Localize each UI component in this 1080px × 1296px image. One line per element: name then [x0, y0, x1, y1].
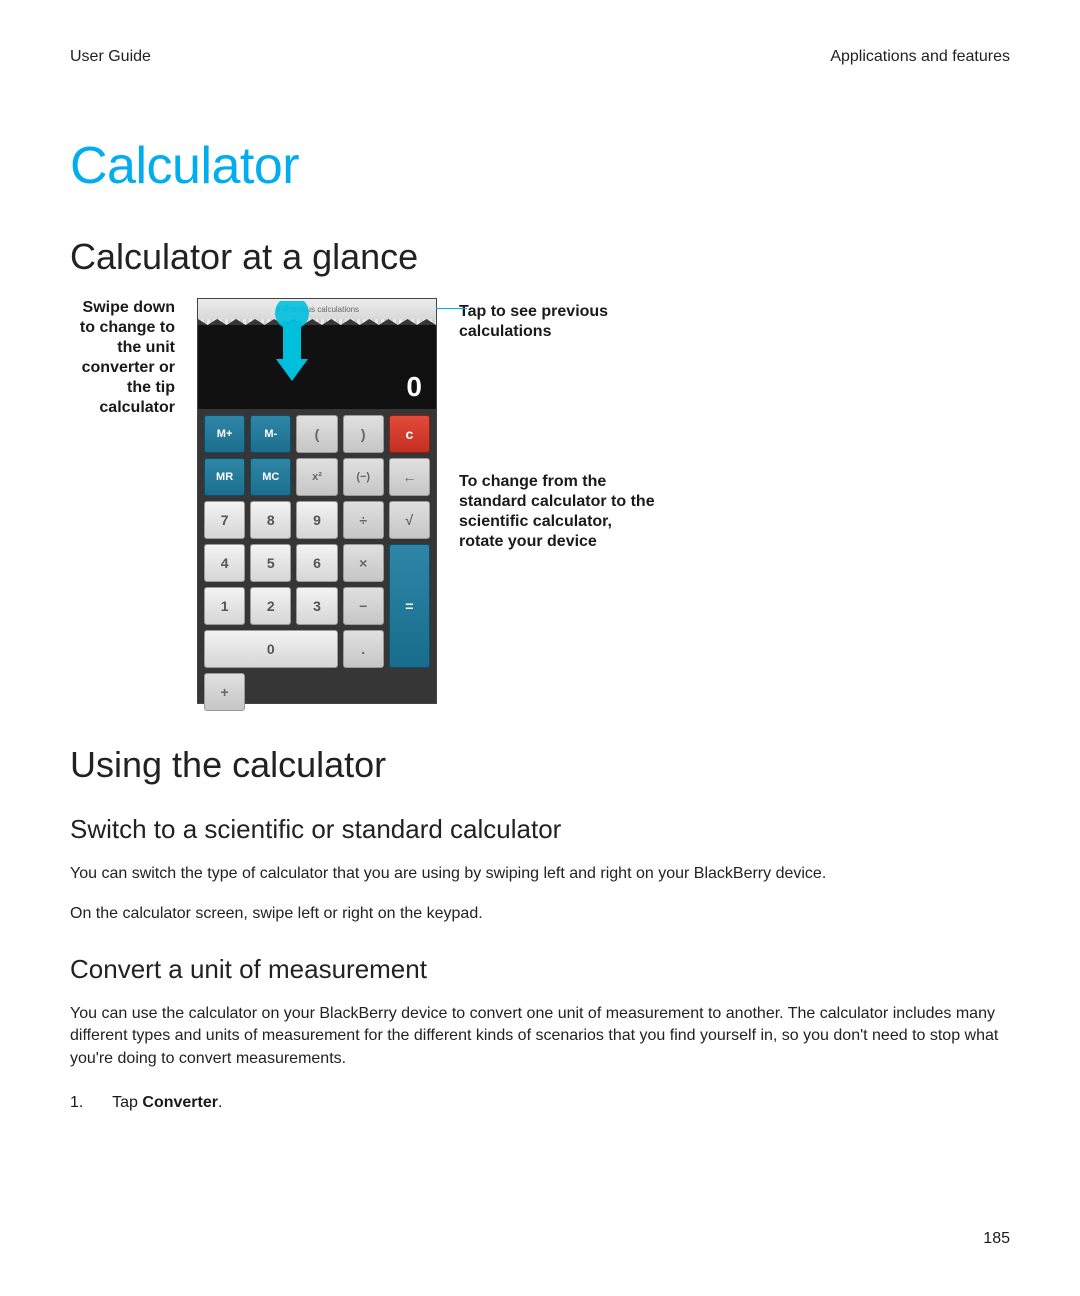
subsection-convert: Convert a unit of measurement — [70, 954, 1010, 985]
header-left: User Guide — [70, 48, 151, 66]
swipe-down-arrow-icon — [272, 301, 312, 401]
key-4: 4 — [204, 544, 245, 582]
chapter-title: Calculator — [70, 136, 1010, 196]
key-7: 7 — [204, 501, 245, 539]
step-text-post: . — [218, 1094, 222, 1111]
step-num: 1. — [70, 1090, 108, 1116]
key-add: + — [204, 673, 245, 711]
key-mminus: M- — [250, 415, 291, 453]
switch-para-2: On the calculator screen, swipe left or … — [70, 903, 1010, 925]
key-0: 0 — [204, 630, 338, 668]
step-text-bold: Converter — [142, 1094, 218, 1111]
key-multiply: × — [343, 544, 384, 582]
calculator-mock: ⇕ Previous calculations 0 M+ M- ( ) c MR… — [197, 298, 437, 704]
display-value: 0 — [406, 371, 422, 403]
key-subtract: − — [343, 587, 384, 625]
key-mr: MR — [204, 458, 245, 496]
swipe-down-label: Swipe down to change to the unit convert… — [70, 298, 175, 418]
header-right: Applications and features — [830, 48, 1010, 66]
step-1: 1. Tap Converter. — [70, 1090, 1010, 1116]
key-8: 8 — [250, 501, 291, 539]
rotate-device-label: To change from the standard calculator t… — [459, 472, 659, 552]
switch-para-1: You can switch the type of calculator th… — [70, 863, 1010, 885]
key-backspace: ← — [389, 458, 430, 496]
key-dot: . — [343, 630, 384, 668]
calc-keypad: M+ M- ( ) c MR MC x² (−) ← 7 8 9 ÷ √ 4 5… — [198, 409, 436, 717]
key-mc: MC — [250, 458, 291, 496]
key-2: 2 — [250, 587, 291, 625]
callout-line — [436, 308, 467, 309]
key-3: 3 — [296, 587, 337, 625]
calculator-diagram: Swipe down to change to the unit convert… — [70, 298, 1010, 704]
key-negate: (−) — [343, 458, 384, 496]
calc-display: 0 — [198, 325, 436, 409]
key-1: 1 — [204, 587, 245, 625]
section-using: Using the calculator — [70, 744, 1010, 786]
key-clear: c — [389, 415, 430, 453]
convert-para: You can use the calculator on your Black… — [70, 1003, 1010, 1070]
key-square: x² — [296, 458, 337, 496]
tap-previous-label: Tap to see previous calculations — [459, 302, 659, 342]
key-5: 5 — [250, 544, 291, 582]
step-text-pre: Tap — [112, 1094, 142, 1111]
calc-previous-bar: ⇕ Previous calculations — [198, 299, 436, 319]
key-mplus: M+ — [204, 415, 245, 453]
key-sqrt: √ — [389, 501, 430, 539]
page-number: 185 — [983, 1230, 1010, 1248]
key-rparen: ) — [343, 415, 384, 453]
key-9: 9 — [296, 501, 337, 539]
key-6: 6 — [296, 544, 337, 582]
convert-steps: 1. Tap Converter. — [70, 1090, 1010, 1116]
key-divide: ÷ — [343, 501, 384, 539]
right-callouts: Tap to see previous calculations To chan… — [459, 298, 659, 552]
page-header: User Guide Applications and features — [70, 48, 1010, 66]
key-lparen: ( — [296, 415, 337, 453]
subsection-switch: Switch to a scientific or standard calcu… — [70, 814, 1010, 845]
key-equals: = — [389, 544, 430, 668]
section-at-a-glance: Calculator at a glance — [70, 236, 1010, 278]
